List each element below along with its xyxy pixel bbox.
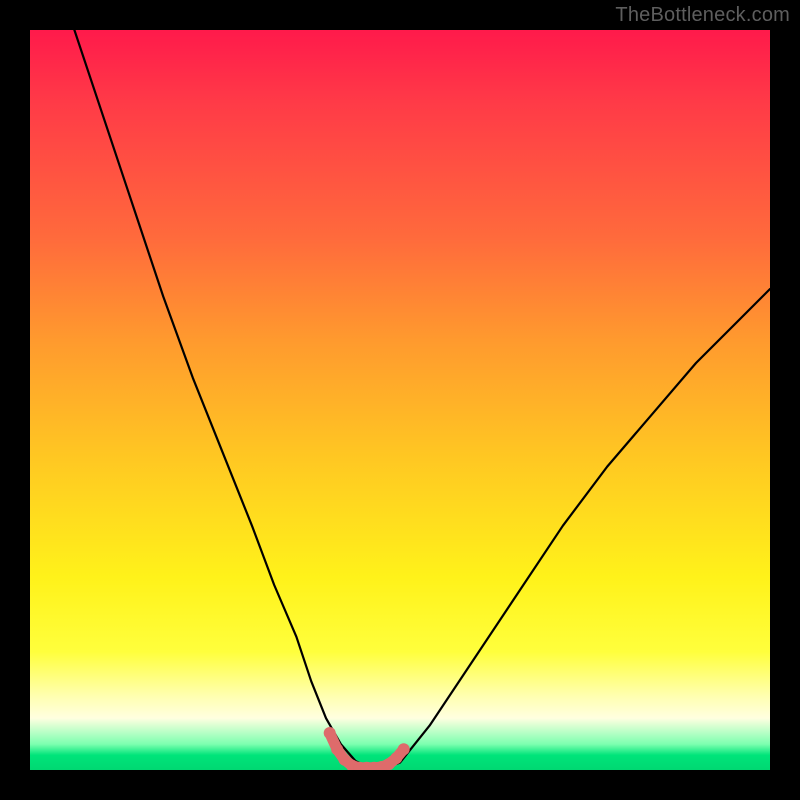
trough-dots — [324, 727, 410, 770]
trough-dot — [398, 743, 410, 755]
watermark-text: TheBottleneck.com — [615, 4, 790, 27]
chart-frame: TheBottleneck.com — [0, 0, 800, 800]
trough-dot — [331, 743, 343, 755]
plot-area — [30, 30, 770, 770]
chart-svg — [30, 30, 770, 770]
bottleneck-curve — [74, 30, 770, 768]
trough-dot — [324, 727, 336, 739]
